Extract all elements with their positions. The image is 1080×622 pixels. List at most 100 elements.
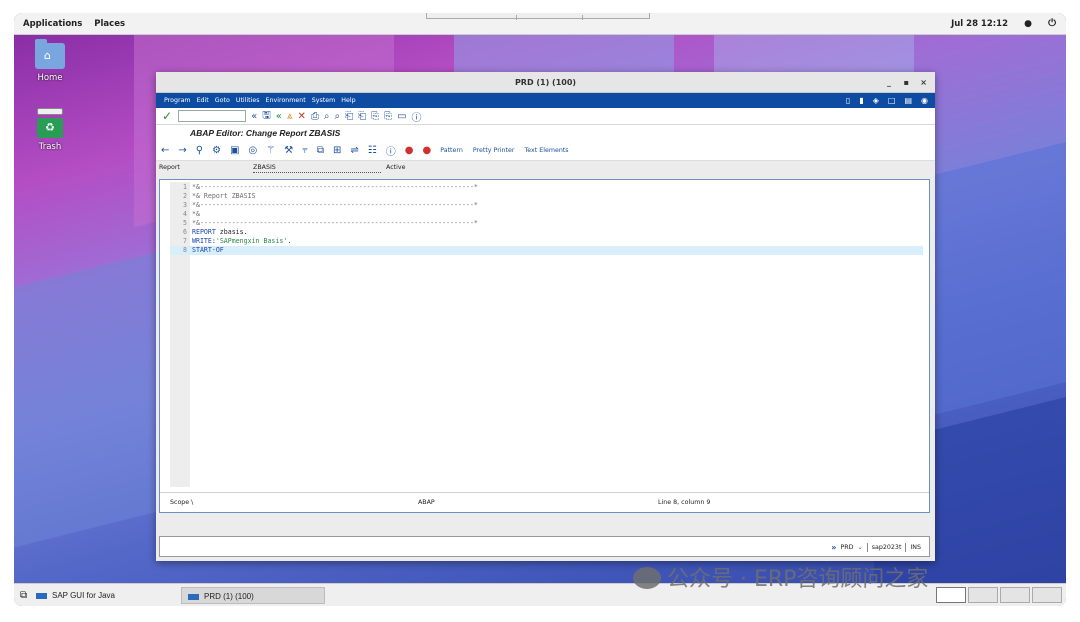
code-area[interactable]: 1 *&-------------------------------------…: [170, 183, 923, 255]
cursor-position: Line 8, column 9: [658, 499, 711, 506]
back-double-icon[interactable]: «: [251, 111, 257, 122]
next-page-icon[interactable]: ⎘: [371, 111, 379, 122]
other-object-icon[interactable]: ⚲: [196, 145, 203, 156]
help-icon[interactable]: ⓘ: [412, 109, 422, 124]
code-line[interactable]: 7 WRITE:'SAPmengxin Basis'.: [170, 237, 923, 246]
activate-icon[interactable]: ⚒: [284, 145, 293, 156]
display-change-icon[interactable]: ⚙: [212, 145, 221, 156]
pretty-printer-button[interactable]: Pretty Printer: [473, 147, 515, 154]
back-icon[interactable]: «: [276, 111, 282, 122]
application-toolbar: ← → ⚲ ⚙ ▣ ◎ ⚚ ⚒ ⫧ ⧉ ⊞ ⇌ ☷ ⓘ ● ● Pattern …: [156, 141, 935, 161]
menu-right-icons: ▯ ▮ ◈ □ ▤ ◉: [846, 96, 928, 105]
object-list-icon[interactable]: ⊞: [333, 145, 341, 156]
applications-menu[interactable]: Applications: [23, 19, 82, 29]
menu-environment[interactable]: Environment: [266, 97, 306, 104]
menu-program[interactable]: Program: [164, 97, 191, 104]
desktop-home[interactable]: ⌂ Home: [25, 39, 75, 83]
code-line[interactable]: 3 *&-------------------------------------…: [170, 201, 923, 210]
find-next-icon[interactable]: ⌕: [334, 111, 340, 122]
editor-status-bar: Scope \ ABAP Line 8, column 9: [160, 492, 929, 512]
system-dropdown-icon[interactable]: ⌄: [858, 544, 863, 551]
line-number: 7: [183, 237, 187, 245]
new-session-icon[interactable]: ▯: [846, 96, 850, 105]
trash-icon: ♻: [37, 108, 63, 138]
report-name-field[interactable]: ZBASIS: [253, 164, 381, 173]
code-line[interactable]: 5 *&-------------------------------------…: [170, 219, 923, 228]
clock[interactable]: Jul 28 12:12: [951, 19, 1008, 29]
enter-checkmark-icon[interactable]: ✓: [162, 109, 172, 123]
print-icon[interactable]: ⎙: [311, 111, 319, 122]
code-editor[interactable]: 1 *&-------------------------------------…: [159, 179, 930, 513]
screen-icon[interactable]: ▤: [904, 96, 912, 105]
menu-utilities[interactable]: Utilities: [236, 97, 260, 104]
settings-icon[interactable]: ◈: [873, 96, 879, 105]
code-line[interactable]: 6 REPORT zbasis.: [170, 228, 923, 237]
code-text: *&: [192, 210, 200, 218]
layout-icon[interactable]: ▮: [859, 96, 863, 105]
test-icon[interactable]: ⫧: [302, 145, 308, 156]
prev-page-icon[interactable]: ⎗: [358, 111, 366, 122]
code-text: REPORT zbasis.: [190, 228, 248, 237]
code-keyword: REPORT: [192, 228, 216, 236]
cancel-icon[interactable]: ✕: [297, 111, 305, 122]
check-icon[interactable]: ⚚: [266, 145, 275, 156]
sap-window-icon: [188, 593, 199, 600]
info-icon[interactable]: ⓘ: [386, 143, 396, 158]
code-line[interactable]: 4 *&: [170, 210, 923, 219]
workspace-2[interactable]: [968, 587, 998, 603]
sap-window: PRD (1) (100) _ ▪ × Program Edit Goto Ut…: [156, 72, 935, 561]
create-session-icon[interactable]: ▭: [397, 111, 406, 122]
help-circle-icon[interactable]: ◉: [921, 96, 928, 105]
window-icon[interactable]: □: [888, 96, 896, 105]
active-inactive-icon[interactable]: ▣: [230, 145, 239, 156]
workspace-1[interactable]: [936, 587, 966, 603]
window-titlebar[interactable]: PRD (1) (100) _ ▪ ×: [156, 72, 935, 93]
pattern-button[interactable]: Pattern: [440, 147, 463, 154]
arrow-right-icon[interactable]: →: [178, 145, 186, 156]
breakpoint-icon[interactable]: ●: [405, 145, 414, 156]
watermark-text: 公众号 · ERP咨询顾问之家: [667, 567, 929, 592]
power-icon[interactable]: ⏻: [1048, 18, 1056, 29]
exit-icon[interactable]: ⩓: [287, 111, 293, 122]
scope-text: Scope \: [170, 499, 194, 506]
code-text: *&--------------------------------------…: [192, 183, 478, 191]
code-line[interactable]: 8 START-OF: [170, 246, 923, 255]
external-breakpoint-icon[interactable]: ●: [422, 145, 431, 156]
code-plain: zbasis.: [215, 228, 248, 236]
code-line[interactable]: 1 *&-------------------------------------…: [170, 183, 923, 192]
code-line[interactable]: 2 *& Report ZBASIS: [170, 192, 923, 201]
status-expand-icon[interactable]: »: [831, 543, 836, 552]
window-list-icon[interactable]: ☷: [368, 145, 377, 156]
minimize-button[interactable]: _: [887, 72, 891, 93]
top-bar: Applications Places Jul 28 12:12 ● ⏻: [14, 13, 1066, 35]
last-page-icon[interactable]: ⎘: [384, 111, 392, 122]
show-desktop-icon[interactable]: ⧉: [20, 587, 27, 604]
taskbar-item-sap-gui[interactable]: SAP GUI for Java: [36, 587, 115, 604]
find-icon[interactable]: ⌕: [324, 111, 330, 122]
menu-system[interactable]: System: [312, 97, 335, 104]
code-text: *&--------------------------------------…: [192, 219, 478, 227]
text-elements-button[interactable]: Text Elements: [524, 147, 568, 154]
navigation-icon[interactable]: ⇌: [350, 145, 358, 156]
close-button[interactable]: ×: [920, 72, 927, 93]
menu-edit[interactable]: Edit: [197, 97, 209, 104]
status-dot-icon[interactable]: ●: [1024, 19, 1032, 29]
code-string: 'SAPmengxin Basis': [215, 237, 288, 245]
maximize-button[interactable]: ▪: [904, 72, 909, 93]
places-menu[interactable]: Places: [94, 19, 125, 29]
menu-help[interactable]: Help: [341, 97, 355, 104]
where-used-icon[interactable]: ⧉: [317, 145, 324, 156]
menu-goto[interactable]: Goto: [215, 97, 230, 104]
input-mode[interactable]: INS: [910, 544, 921, 551]
report-info-row: Report ZBASIS Active: [156, 161, 935, 174]
arrow-left-icon[interactable]: ←: [161, 145, 169, 156]
command-field[interactable]: [178, 110, 247, 122]
screen: Applications Places Jul 28 12:12 ● ⏻ ⌂ H…: [14, 13, 1066, 606]
desktop-trash[interactable]: ♻ Trash: [25, 108, 75, 152]
taskbar-item-prd[interactable]: PRD (1) (100): [181, 587, 325, 604]
workspace-3[interactable]: [1000, 587, 1030, 603]
workspace-4[interactable]: [1032, 587, 1062, 603]
save-icon[interactable]: 🖫: [262, 108, 271, 125]
first-page-icon[interactable]: ⎗: [345, 111, 353, 122]
other-object-2-icon[interactable]: ◎: [249, 145, 258, 156]
